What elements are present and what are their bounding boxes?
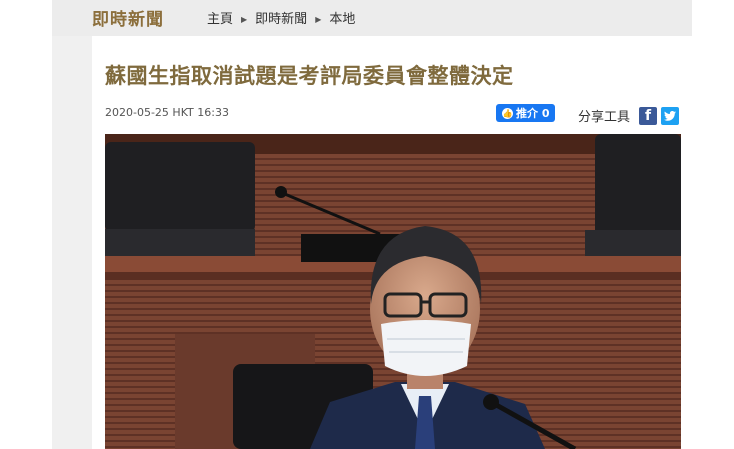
thumbs-up-icon: 👍 [502, 107, 513, 119]
site-logo[interactable]: 即時新聞 [92, 5, 164, 30]
triangle-right-icon: ▶ [315, 14, 322, 24]
top-navigation-bar: 即時新聞 主頁 ▶ 即時新聞 ▶ 本地 [52, 0, 692, 36]
share-tools-label: 分享工具 [578, 110, 631, 125]
breadcrumb: 主頁 ▶ 即時新聞 ▶ 本地 [207, 8, 355, 27]
article-photo [105, 134, 681, 449]
triangle-right-icon: ▶ [241, 14, 248, 24]
twitter-icon[interactable] [661, 107, 679, 125]
breadcrumb-local[interactable]: 本地 [329, 8, 355, 27]
facebook-icon[interactable]: f [639, 107, 657, 125]
breadcrumb-instant-news[interactable]: 即時新聞 [255, 8, 307, 27]
facebook-like-button[interactable]: 👍 推介 0 [496, 104, 556, 122]
page-left-margin [52, 0, 92, 449]
article-headline: 蘇國生指取消試題是考評局委員會整體決定 [105, 64, 514, 88]
article-card: 蘇國生指取消試題是考評局委員會整體決定 2020-05-25 HKT 16:33… [92, 36, 692, 449]
breadcrumb-home[interactable]: 主頁 [207, 8, 233, 27]
article-timestamp: 2020-05-25 HKT 16:33 [105, 106, 229, 119]
like-button-label: 推介 0 [516, 107, 550, 120]
